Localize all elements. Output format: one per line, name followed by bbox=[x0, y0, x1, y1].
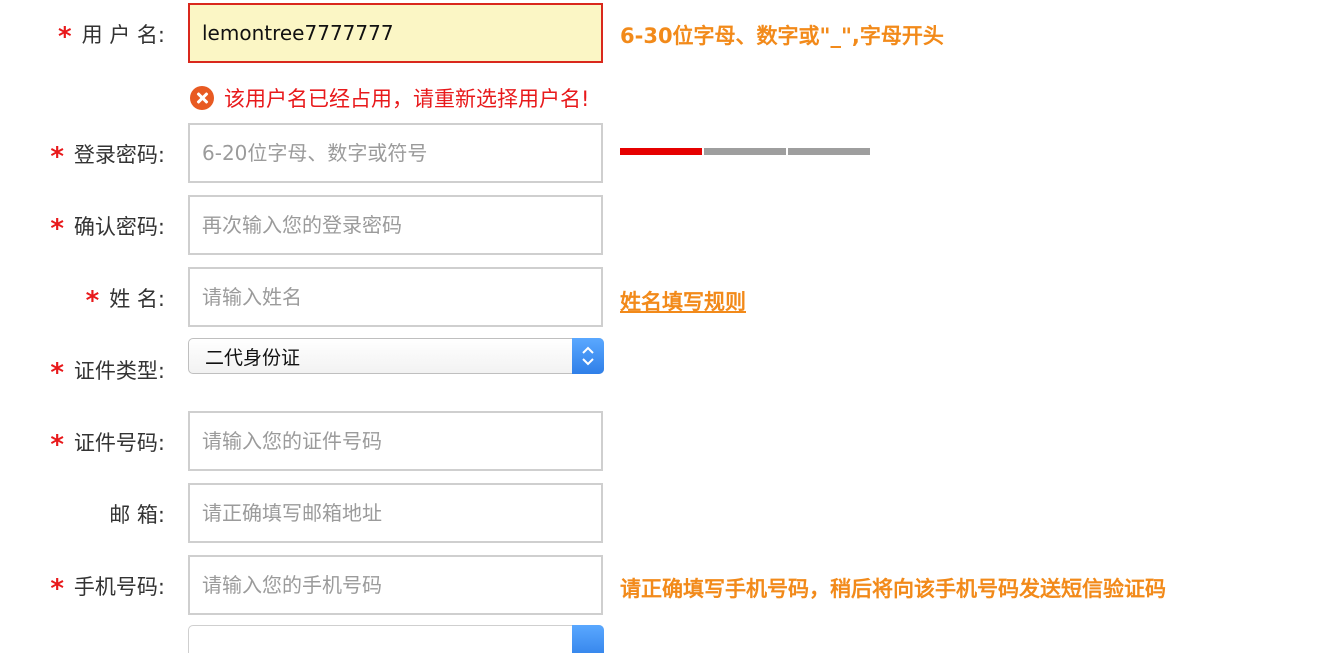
username-error: 该用户名已经占用，请重新选择用户名! bbox=[190, 82, 589, 114]
username-label: * 用 户 名: bbox=[20, 14, 165, 54]
password-label-text: 登录密码: bbox=[73, 143, 165, 167]
id-number-label-text: 证件号码: bbox=[73, 431, 165, 455]
phone-hint: 请正确填写手机号码，稍后将向该手机号码发送短信验证码 bbox=[620, 577, 1166, 601]
password-strength-meter bbox=[620, 148, 872, 155]
id-type-selected-value: 二代身份证 bbox=[205, 346, 301, 369]
required-mark: * bbox=[50, 358, 64, 388]
name-input[interactable] bbox=[188, 267, 603, 327]
required-mark: * bbox=[57, 22, 72, 52]
username-input[interactable] bbox=[188, 3, 603, 63]
name-label-text: 姓 名: bbox=[109, 287, 165, 311]
error-icon bbox=[190, 86, 214, 110]
id-number-label: * 证件号码: bbox=[20, 422, 165, 462]
username-error-text: 该用户名已经占用，请重新选择用户名! bbox=[224, 87, 590, 111]
id-type-label-text: 证件类型: bbox=[73, 359, 165, 383]
registration-form: * 用 户 名: 6-30位字母、数字或"_",字母开头 该用户名已经占用，请重… bbox=[0, 0, 1326, 653]
phone-input[interactable] bbox=[188, 555, 603, 615]
password-input[interactable] bbox=[188, 123, 603, 183]
strength-segment-medium bbox=[704, 148, 786, 155]
required-mark: * bbox=[85, 286, 100, 316]
password-label: * 登录密码: bbox=[20, 134, 165, 174]
required-mark: * bbox=[50, 214, 64, 244]
required-mark: * bbox=[50, 430, 64, 460]
username-hint: 6-30位字母、数字或"_",字母开头 bbox=[620, 24, 944, 48]
next-select-partial[interactable] bbox=[188, 625, 604, 653]
id-type-select[interactable]: 二代身份证 bbox=[188, 338, 604, 374]
username-label-text: 用 户 名: bbox=[81, 23, 165, 47]
confirm-password-label-text: 确认密码: bbox=[73, 215, 165, 239]
email-input[interactable] bbox=[188, 483, 603, 543]
strength-segment-weak bbox=[620, 148, 702, 155]
phone-label-text: 手机号码: bbox=[73, 575, 165, 599]
email-label: 邮 箱: bbox=[20, 494, 165, 534]
strength-segment-strong bbox=[788, 148, 870, 155]
confirm-password-input[interactable] bbox=[188, 195, 603, 255]
id-type-label: * 证件类型: bbox=[20, 350, 165, 390]
chevron-up-down-icon bbox=[572, 625, 604, 653]
required-mark: * bbox=[50, 574, 64, 604]
required-mark: * bbox=[50, 142, 64, 172]
phone-label: * 手机号码: bbox=[20, 566, 165, 606]
name-label: * 姓 名: bbox=[20, 278, 165, 318]
chevron-up-down-icon bbox=[572, 338, 604, 374]
name-rules-link[interactable]: 姓名填写规则 bbox=[620, 286, 746, 316]
confirm-password-label: * 确认密码: bbox=[20, 206, 165, 246]
email-label-text: 邮 箱: bbox=[109, 503, 165, 527]
id-number-input[interactable] bbox=[188, 411, 603, 471]
